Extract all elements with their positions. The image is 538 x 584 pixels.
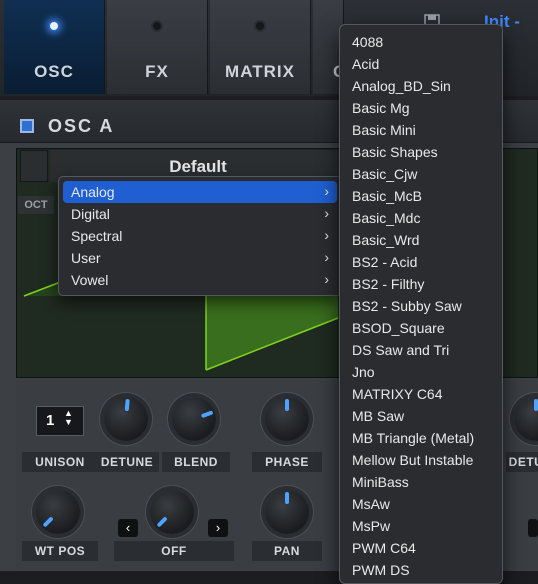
off-label: OFF: [114, 541, 234, 561]
oct-label[interactable]: OCT: [18, 196, 54, 214]
tab-matrix[interactable]: MATRIX: [210, 0, 311, 94]
knob-indicator: [42, 516, 54, 528]
submenu-item[interactable]: MiniBass: [352, 474, 409, 490]
tab-osc[interactable]: OSC: [4, 0, 105, 94]
pan-knob[interactable]: [265, 490, 309, 534]
menu-item-label: Vowel: [71, 272, 109, 288]
submenu-item[interactable]: BS2 - Acid: [352, 254, 417, 270]
knob-indicator: [124, 398, 130, 412]
knob-indicator: [285, 492, 289, 504]
submenu-item[interactable]: Acid: [352, 56, 379, 72]
detune-label: DETUNE: [95, 452, 159, 472]
chevron-right-icon: ›: [324, 227, 329, 243]
chevron-right-icon[interactable]: ›: [208, 519, 228, 537]
detune-label-b: DETU: [506, 452, 538, 472]
blend-label: BLEND: [162, 452, 230, 472]
wavetable-menu-button[interactable]: [20, 150, 48, 182]
menu-item-vowel[interactable]: Vowel ›: [63, 269, 337, 291]
menu-item-label: User: [71, 250, 101, 266]
menu-item-label: Analog: [71, 184, 115, 200]
phase-knob[interactable]: [265, 397, 309, 441]
menu-item-digital[interactable]: Digital ›: [63, 203, 337, 225]
submenu-item[interactable]: 4088: [352, 34, 383, 50]
unison-stepper[interactable]: [36, 406, 84, 436]
menu-item-user[interactable]: User ›: [63, 247, 337, 269]
submenu-item[interactable]: Basic Shapes: [352, 144, 438, 160]
tab-label: FX: [145, 62, 169, 81]
chevron-right-icon: ›: [324, 205, 329, 221]
menu-item-label: Digital: [71, 206, 110, 222]
chevron-right-icon[interactable]: [528, 519, 538, 537]
submenu-item[interactable]: BSOD_Square: [352, 320, 445, 336]
stepper-arrows-icon[interactable]: ▲ ▼: [64, 409, 73, 427]
wavetable-submenu: 4088 Acid Analog_BD_Sin Basic Mg Basic M…: [339, 24, 503, 584]
detune-knob[interactable]: [104, 397, 148, 441]
blend-knob[interactable]: [172, 397, 216, 441]
submenu-item[interactable]: PWM C64: [352, 540, 416, 556]
unison-label: UNISON: [22, 452, 98, 472]
submenu-item[interactable]: Basic_Wrd: [352, 232, 419, 248]
wavetable-category-menu: Analog › Digital › Spectral › User › Vow…: [58, 176, 342, 296]
wavetable-name: Default: [169, 157, 227, 176]
chevron-right-icon: ›: [324, 271, 329, 287]
knob-indicator: [285, 399, 289, 411]
knob-indicator: [156, 516, 168, 528]
submenu-item[interactable]: Basic_McB: [352, 188, 422, 204]
submenu-item[interactable]: BS2 - Subby Saw: [352, 298, 462, 314]
off-knob[interactable]: [150, 490, 194, 534]
menu-item-label: Spectral: [71, 228, 123, 244]
submenu-item[interactable]: Basic Mg: [352, 100, 410, 116]
unison-value: 1: [46, 412, 55, 429]
tab-indicator-icon: [153, 22, 161, 30]
submenu-item[interactable]: MB Triangle (Metal): [352, 430, 474, 446]
submenu-item[interactable]: Mellow But Instable: [352, 452, 473, 468]
submenu-item[interactable]: MsPw: [352, 518, 390, 534]
wt-pos-knob[interactable]: [36, 490, 80, 534]
submenu-item[interactable]: DS Saw and Tri: [352, 342, 449, 358]
osc-enable-checkbox[interactable]: [20, 119, 34, 133]
submenu-item[interactable]: MB Saw: [352, 408, 404, 424]
tab-indicator-icon: [256, 22, 264, 30]
phase-label: PHASE: [252, 452, 322, 472]
submenu-item[interactable]: BS2 - Filthy: [352, 276, 424, 292]
chevron-right-icon: ›: [324, 183, 329, 199]
wt-pos-label: WT POS: [22, 541, 98, 561]
submenu-item[interactable]: MsAw: [352, 496, 390, 512]
submenu-item[interactable]: MATRIXY C64: [352, 386, 443, 402]
knob-indicator: [534, 399, 538, 411]
knob-indicator: [200, 410, 214, 419]
tab-indicator-icon: [50, 22, 58, 30]
tab-label: OSC: [34, 62, 74, 81]
menu-item-spectral[interactable]: Spectral ›: [63, 225, 337, 247]
submenu-item[interactable]: Basic_Cjw: [352, 166, 417, 182]
submenu-item[interactable]: Basic Mini: [352, 122, 416, 138]
chevron-left-icon[interactable]: ‹: [118, 519, 138, 537]
chevron-right-icon: ›: [324, 249, 329, 265]
menu-item-analog[interactable]: Analog ›: [63, 181, 337, 203]
tab-label: MATRIX: [225, 62, 295, 81]
tab-fx[interactable]: FX: [107, 0, 208, 94]
submenu-item[interactable]: Basic_Mdc: [352, 210, 420, 226]
submenu-item[interactable]: PWM DS: [352, 562, 410, 578]
osc-title: OSC A: [48, 116, 115, 136]
pan-label: PAN: [252, 541, 322, 561]
submenu-item[interactable]: Analog_BD_Sin: [352, 78, 451, 94]
submenu-item[interactable]: Jno: [352, 364, 375, 380]
